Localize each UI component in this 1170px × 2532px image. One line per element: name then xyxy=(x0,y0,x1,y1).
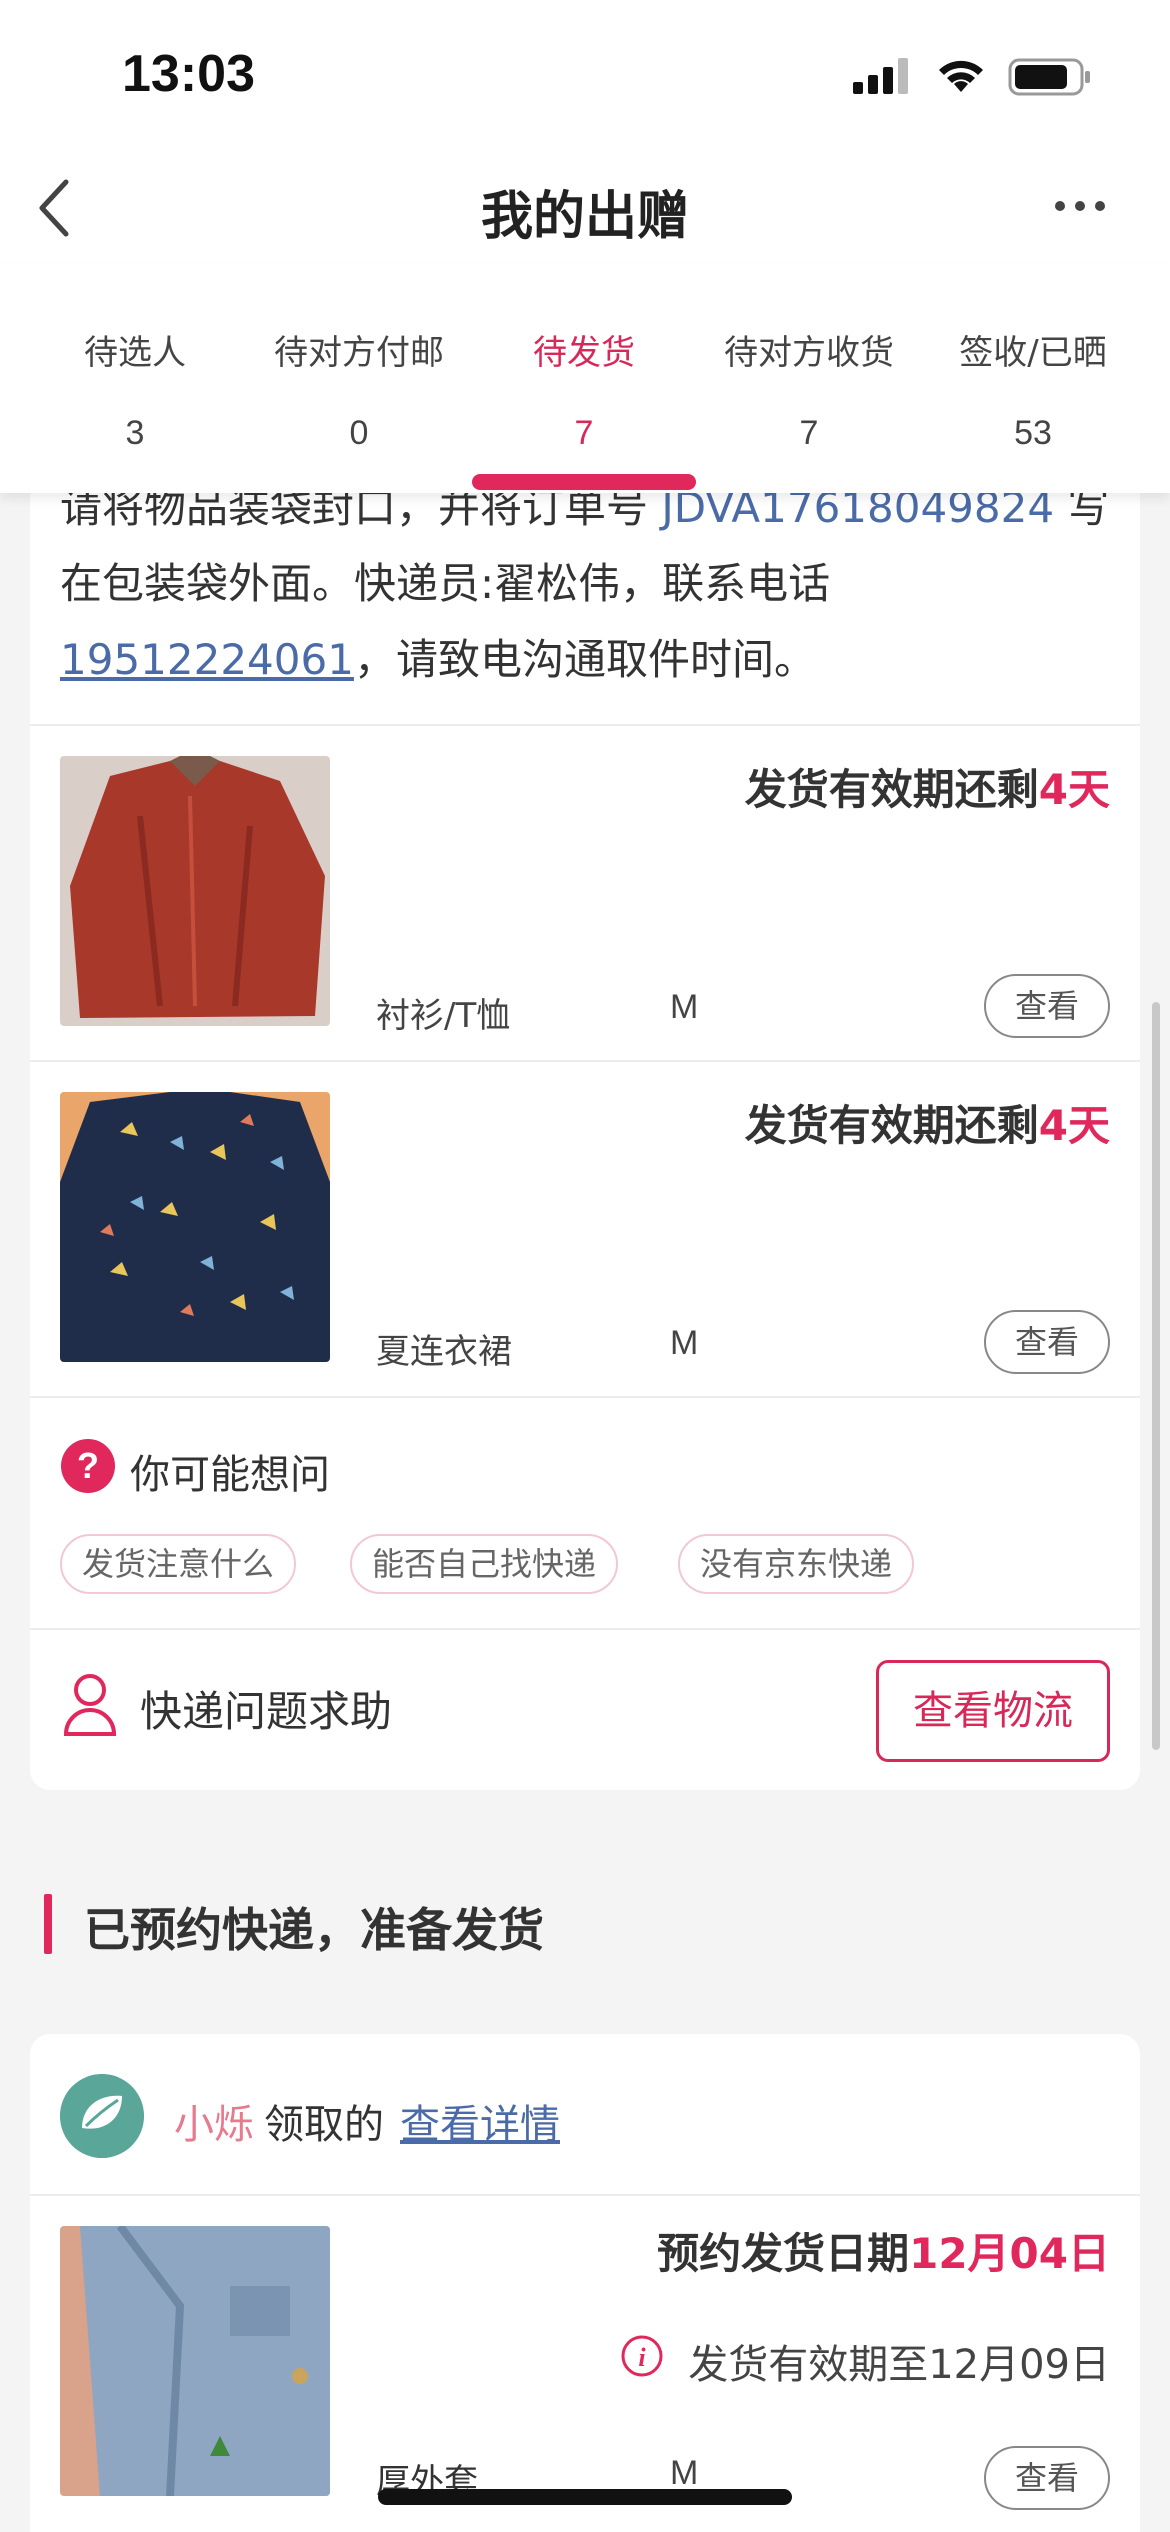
view-logistics-button[interactable]: 查看物流 xyxy=(876,1660,1110,1762)
deadline-text: 发货有效期还剩 xyxy=(744,1101,1039,1150)
faq-section: ? 你可能想问 发货注意什么 能否自己找快递 没有京东快递 xyxy=(30,1398,1140,1638)
list-item: 发货有效期还剩4天 夏连衣裙 M 查看 xyxy=(30,1062,1140,1396)
item-size: M xyxy=(670,1324,699,1362)
section-title: 已预约快递，准备发货 xyxy=(84,1903,544,1957)
view-details-link[interactable]: 查看详情 xyxy=(400,2092,560,2150)
tab-label: 待对方付邮 xyxy=(274,333,444,373)
wifi-icon xyxy=(939,60,983,92)
book-date-value: 12月04日 xyxy=(909,2229,1110,2278)
item-category: 衬衫/T恤 xyxy=(376,996,511,1036)
status-tabs: 待选人 3 待对方付邮 0 待发货 7 待对方收货 7 签收/已晒 53 xyxy=(0,265,1170,493)
nav-bar: 我的出赠 xyxy=(0,150,1170,265)
tab-signed-shared[interactable]: 签收/已晒 53 xyxy=(916,325,1150,453)
booked-ship-date: 预约发货日期12月04日 xyxy=(657,2220,1110,2281)
page-title: 我的出赠 xyxy=(480,187,689,247)
item-photo-dress[interactable] xyxy=(60,1092,330,1362)
tab-label: 待选人 xyxy=(84,333,186,373)
help-row: 快递问题求助 查看物流 xyxy=(30,1630,1140,1790)
tab-pending-receipt[interactable]: 待对方收货 7 xyxy=(692,325,926,453)
claimer-name[interactable]: 小烁 xyxy=(174,2092,254,2150)
booked-shipment-card: 小烁 领取的 查看详情 预约发货日期12月04日 i 发货有效期至12月09日 … xyxy=(30,2034,1140,2532)
deadline-days: 4天 xyxy=(1038,1101,1110,1150)
tab-count: 0 xyxy=(349,414,369,452)
tab-pending-shipment[interactable]: 待发货 7 xyxy=(467,325,701,453)
deadline-days: 4天 xyxy=(1038,765,1110,814)
faq-chip[interactable]: 发货注意什么 xyxy=(60,1534,297,1594)
valid-until-text: 发货有效期至12月09日 xyxy=(688,2342,1110,2388)
view-button[interactable]: 查看 xyxy=(984,1310,1110,1374)
info-icon: i xyxy=(621,2335,663,2377)
tab-pending-postage[interactable]: 待对方付邮 0 xyxy=(242,325,476,453)
item-category: 夏连衣裙 xyxy=(376,1332,512,1372)
status-time: 13:03 xyxy=(122,45,255,103)
tab-count: 53 xyxy=(1014,414,1052,452)
svg-text:i: i xyxy=(638,2343,646,2372)
battery-icon xyxy=(1008,58,1090,96)
active-tab-indicator xyxy=(472,474,696,490)
status-bar: 13:03 xyxy=(0,0,1170,150)
book-date-label: 预约发货日期 xyxy=(657,2229,910,2278)
tab-label: 待发货 xyxy=(533,333,635,373)
list-item: 发货有效期还剩4天 衬衫/T恤 M 查看 xyxy=(30,726,1140,1060)
divider xyxy=(30,2194,1140,2196)
deadline-text: 发货有效期还剩 xyxy=(744,765,1039,814)
notice-text: ，请致电沟通取件时间。 xyxy=(353,635,816,684)
person-icon xyxy=(63,1674,117,1736)
ship-deadline: 发货有效期还剩4天 xyxy=(745,1092,1110,1153)
tab-label: 签收/已晒 xyxy=(959,333,1107,373)
claim-text: 领取的 xyxy=(264,2102,384,2148)
view-button[interactable]: 查看 xyxy=(984,974,1110,1038)
avatar[interactable] xyxy=(60,2074,144,2158)
section-accent-bar xyxy=(44,1894,52,1954)
view-button[interactable]: 查看 xyxy=(984,2446,1110,2510)
courier-phone-link[interactable]: 19512224061 xyxy=(60,635,354,684)
packing-notice: 请将物品装袋封口，并将订单号 JDVA17618049824 写在包装袋外面。快… xyxy=(60,470,1120,698)
item-photo-jacket[interactable] xyxy=(60,2226,330,2496)
cellular-signal-icon xyxy=(853,58,908,94)
item-photo-shirt[interactable] xyxy=(60,756,330,1026)
question-icon: ? xyxy=(61,1439,115,1493)
tab-pending-selection[interactable]: 待选人 3 xyxy=(18,325,252,453)
svg-text:?: ? xyxy=(77,1445,99,1486)
tab-count: 3 xyxy=(125,414,145,452)
shipment-card: 请将物品装袋封口，并将订单号 JDVA17618049824 写在包装袋外面。快… xyxy=(30,460,1140,1790)
faq-chip[interactable]: 没有京东快递 xyxy=(678,1534,915,1594)
faq-title: 你可能想问 xyxy=(130,1452,330,1498)
tab-count: 7 xyxy=(799,414,819,452)
home-indicator[interactable] xyxy=(378,2489,792,2505)
item-size: M xyxy=(670,2454,699,2492)
scrollbar[interactable] xyxy=(1152,1002,1160,1750)
courier-help-link[interactable]: 快递问题求助 xyxy=(140,1678,392,1739)
faq-chip[interactable]: 能否自己找快递 xyxy=(350,1534,619,1594)
tab-count: 7 xyxy=(574,414,594,452)
tab-label: 待对方收货 xyxy=(724,333,894,373)
more-options-icon[interactable] xyxy=(1054,198,1106,214)
item-size: M xyxy=(670,988,699,1026)
ship-deadline: 发货有效期还剩4天 xyxy=(745,756,1110,817)
